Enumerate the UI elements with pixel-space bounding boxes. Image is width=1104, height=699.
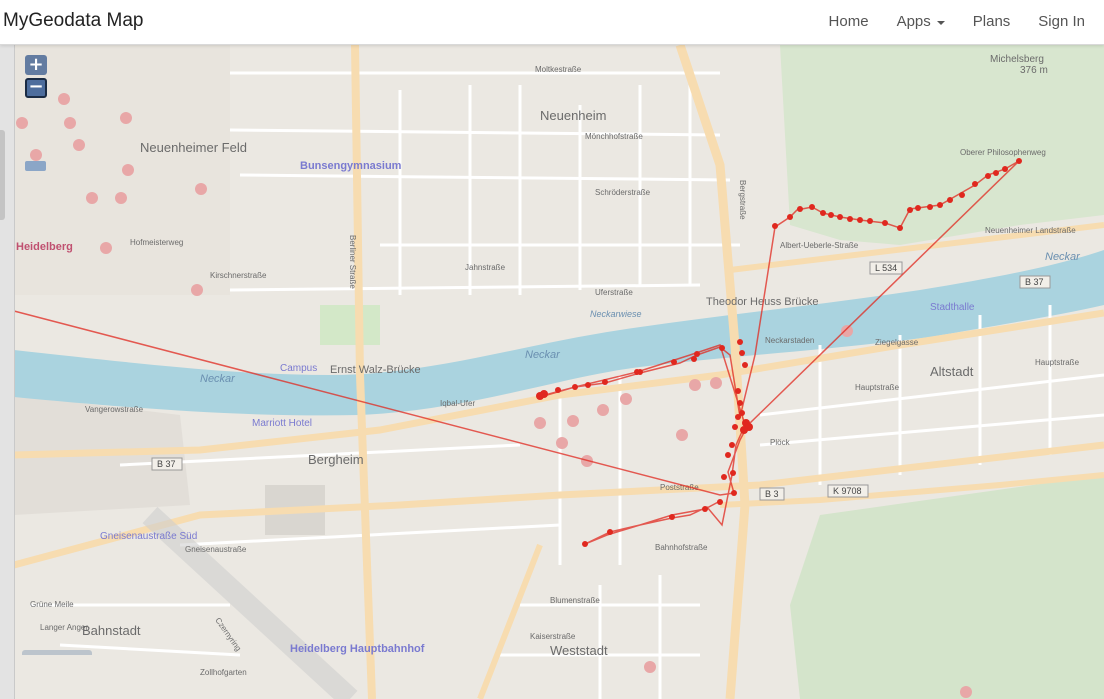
label-altstadt: Altstadt bbox=[930, 364, 974, 379]
street-hauptstrasse-2: Hauptstraße bbox=[855, 383, 900, 392]
street-kaiserstrasse: Kaiserstraße bbox=[530, 632, 576, 641]
street-jahnstrasse: Jahnstraße bbox=[465, 263, 506, 272]
street-blumenstrasse: Blumenstraße bbox=[550, 596, 600, 605]
label-neuenheimer-feld: Neuenheimer Feld bbox=[140, 140, 247, 155]
side-panel-grip[interactable] bbox=[0, 130, 5, 220]
street-bergstrasse: Bergstraße bbox=[738, 180, 747, 220]
street-moltkestrasse: Moltkestraße bbox=[535, 65, 582, 74]
zoom-slider-handle[interactable] bbox=[25, 161, 46, 171]
street-berliner-strasse: Berliner Straße bbox=[348, 235, 357, 289]
map-view[interactable]: Neuenheim Neuenheimer Feld Bunsengymnasi… bbox=[0, 45, 1104, 699]
street-bahnhofstrasse: Bahnhofstraße bbox=[655, 543, 708, 552]
label-ernst-walz-bruecke: Ernst Walz-Brücke bbox=[330, 364, 421, 376]
street-gruene-meile: Grüne Meile bbox=[30, 600, 74, 609]
park-area bbox=[320, 305, 380, 345]
street-vangerowstrasse: Vangerowstraße bbox=[85, 405, 144, 414]
label-marriott-hotel: Marriott Hotel bbox=[252, 418, 312, 429]
map-canvas[interactable]: Neuenheim Neuenheimer Feld Bunsengymnasi… bbox=[0, 45, 1104, 699]
street-gneisenaustrasse: Gneisenaustraße bbox=[185, 545, 247, 554]
label-michelsberg: Michelsberg bbox=[990, 54, 1044, 65]
label-stadthalle: Stadthalle bbox=[930, 302, 975, 313]
label-bahnstadt: Bahnstadt bbox=[82, 623, 141, 638]
label-gneisenau-sued: Gneisenaustraße Süd bbox=[100, 531, 197, 542]
nav-sign-in-label: Sign In bbox=[1038, 13, 1085, 30]
street-philosophenweg: Oberer Philosophenweg bbox=[960, 148, 1046, 157]
label-neckar-center: Neckar bbox=[525, 349, 561, 361]
top-navbar: MyGeodata Map Home Apps Plans Sign In bbox=[0, 0, 1104, 45]
nav-plans-label: Plans bbox=[972, 13, 1011, 30]
label-neckar-west: Neckar bbox=[200, 373, 236, 385]
label-neckar-east: Neckar bbox=[1045, 251, 1081, 263]
label-neuenheim: Neuenheim bbox=[540, 108, 607, 123]
street-neuenheimer-landstrasse: Neuenheimer Landstraße bbox=[985, 226, 1076, 235]
brand-title[interactable]: MyGeodata Map bbox=[3, 10, 143, 32]
nav-apps-dropdown[interactable]: Apps bbox=[883, 0, 959, 44]
nav-apps-label: Apps bbox=[896, 13, 931, 30]
street-moenchhofstrasse: Mönchhofstraße bbox=[585, 132, 643, 141]
nav-links: Home Apps Plans Sign In bbox=[815, 0, 1104, 44]
nav-home-label: Home bbox=[828, 13, 869, 30]
label-neckarwiese: Neckarwiese bbox=[590, 309, 642, 319]
label-bergheim: Bergheim bbox=[308, 452, 364, 467]
label-campus: Campus bbox=[280, 363, 317, 374]
street-langer-anger: Langer Anger bbox=[40, 623, 88, 632]
zoom-in-button[interactable]: + bbox=[25, 55, 47, 75]
label-michelsberg-elevation: 376 m bbox=[1020, 65, 1048, 76]
street-kirschnerstrasse: Kirschnerstraße bbox=[210, 271, 267, 280]
street-iqbal-ufer: Iqbal-Ufer bbox=[440, 399, 475, 408]
street-schroederstrasse: Schröderstraße bbox=[595, 188, 651, 197]
label-weststadt: Weststadt bbox=[550, 643, 608, 658]
label-heidelberg: Heidelberg bbox=[16, 241, 73, 253]
zoom-out-button[interactable]: − bbox=[25, 78, 47, 98]
shield-b3-label: B 3 bbox=[765, 489, 779, 499]
street-uferstrasse: Uferstraße bbox=[595, 288, 633, 297]
street-hauptstrasse: Hauptstraße bbox=[1035, 358, 1080, 367]
shield-b37-west-label: B 37 bbox=[157, 459, 176, 469]
street-ziegelgasse: Ziegelgasse bbox=[875, 338, 919, 347]
nav-sign-in[interactable]: Sign In bbox=[1024, 0, 1104, 44]
street-albert-ueberle: Albert-Ueberle-Straße bbox=[780, 241, 859, 250]
street-hofmeisterweg: Hofmeisterweg bbox=[130, 238, 183, 247]
shield-k9708-label: K 9708 bbox=[833, 486, 862, 496]
street-ploeck: Plöck bbox=[770, 438, 791, 447]
side-panel-edge bbox=[0, 45, 15, 699]
bottom-panel-tab[interactable] bbox=[22, 650, 92, 655]
shield-l534-label: L 534 bbox=[875, 263, 897, 273]
label-hauptbahnhof: Heidelberg Hauptbahnhof bbox=[290, 643, 425, 655]
shield-b37-east-label: B 37 bbox=[1025, 277, 1044, 287]
label-bunsengymnasium: Bunsengymnasium bbox=[300, 160, 402, 172]
nav-plans[interactable]: Plans bbox=[959, 0, 1025, 44]
nav-home[interactable]: Home bbox=[815, 0, 883, 44]
caret-down-icon bbox=[936, 21, 945, 25]
street-zollhofgarten: Zollhofgarten bbox=[200, 668, 247, 677]
street-neckarstaden: Neckarstaden bbox=[765, 336, 814, 345]
